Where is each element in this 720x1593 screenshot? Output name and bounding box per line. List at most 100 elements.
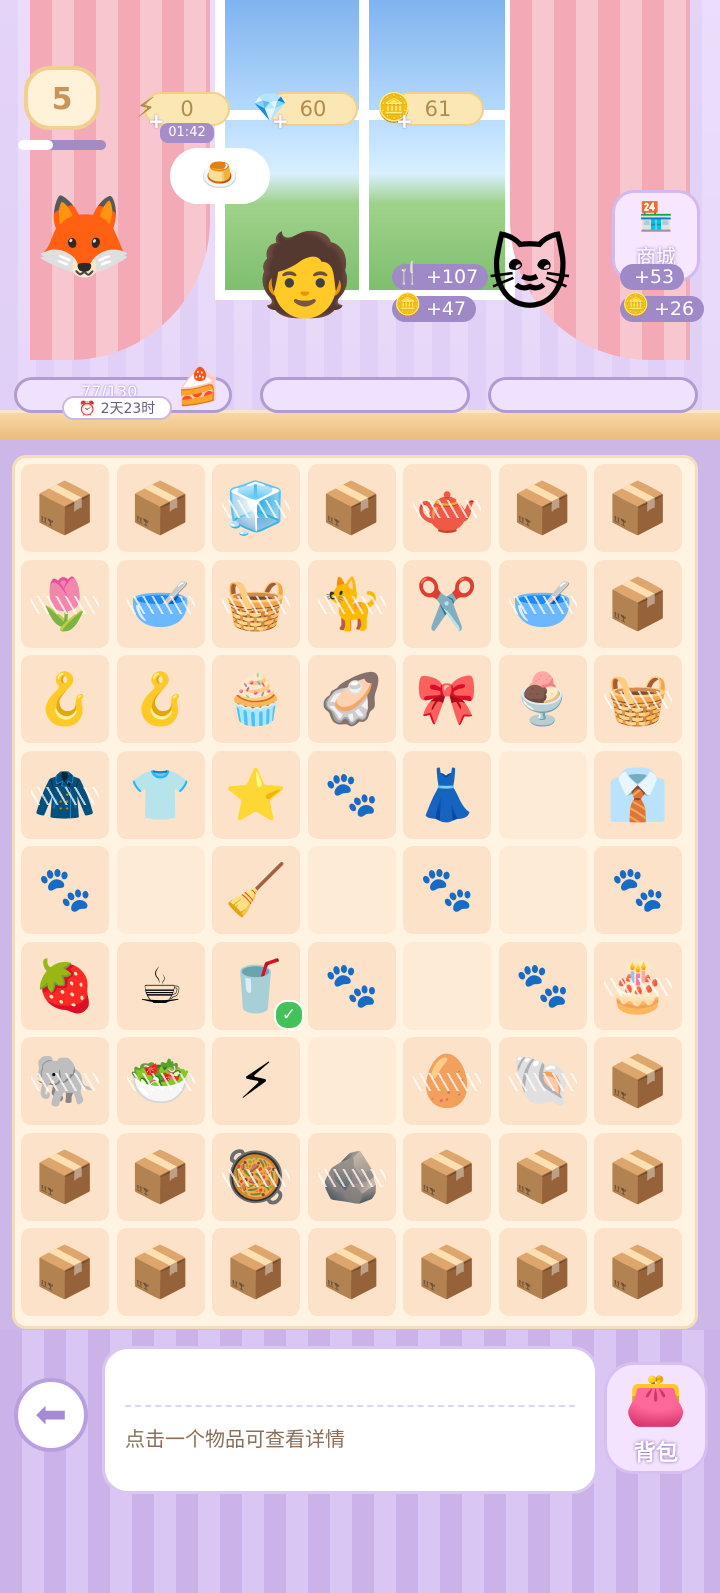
gem-counter[interactable]: 💎 + 60	[253, 91, 358, 133]
order-card-3[interactable]	[488, 377, 698, 413]
plus-icon[interactable]: +	[396, 106, 413, 136]
board-cell[interactable]: 📦	[116, 1132, 205, 1221]
cardboard-box-icon: 📦	[129, 479, 192, 537]
board-cell[interactable]: ⚡	[212, 1037, 300, 1125]
order-deadline: ⏰ 2天23时	[62, 396, 172, 420]
paw-slot-icon: 🐾	[324, 768, 379, 820]
clock-icon: ⏰	[78, 401, 97, 417]
board-cell[interactable]: 🧺	[594, 655, 682, 743]
board-cell[interactable]: ⭐	[212, 750, 300, 839]
board-cell[interactable]: 📦	[116, 1228, 205, 1316]
board-cell[interactable]: 🫖	[403, 464, 491, 552]
board-cell[interactable]: 🦪	[307, 655, 396, 743]
cardboard-box-icon: 📦	[33, 479, 97, 537]
empty-paw-cell: 🐾	[307, 941, 396, 1030]
exp-reward-value: +107	[426, 266, 479, 288]
board-cell[interactable]: 🍓	[21, 941, 109, 1030]
board-cell[interactable]: 🧹	[212, 846, 300, 934]
board-cell[interactable]: 📦	[21, 464, 109, 552]
cardboard-box-icon: 📦	[511, 1243, 574, 1301]
exp-reward-2: 🍴 +107	[392, 261, 489, 290]
board-cell[interactable]: 🌷	[21, 559, 109, 648]
board-cell[interactable]: 🪝	[116, 655, 205, 743]
board-cell[interactable]: 🪨	[307, 1132, 396, 1221]
level-number: 5	[51, 82, 73, 117]
board-cell[interactable]: 📦	[21, 1228, 109, 1316]
board-cell[interactable]: 🐈	[307, 559, 396, 648]
gem-value: 60	[299, 97, 327, 121]
bowl-icon: 🥣	[511, 574, 574, 633]
board-cell[interactable]: 👕	[116, 750, 205, 839]
board-cell[interactable]: 🥘	[212, 1132, 300, 1221]
tulip-icon: 🌷	[33, 574, 97, 633]
board-cell[interactable]: 🥣	[116, 559, 205, 648]
board-cell[interactable]: 🧊	[212, 464, 300, 552]
paw-slot-icon: 🐾	[37, 864, 93, 915]
cardboard-box-icon: 📦	[415, 1243, 479, 1301]
merge-board: 📦 📦 🧊 📦 🫖 📦 📦 🌷 🥣 🧺 🐈 ✂️ 🥣 📦 🪝 🪝 🧁 🦪 🎀 🍨 🧺 🧥 👕 ⭐ 🐾 👗 👔 🐾 🧹 🐾 🐾 🍓 ☕ 🥤 ✓ 🐾 🐾 🎂 🐘…	[12, 455, 698, 1329]
coin-counter[interactable]: 🪙 + 61	[377, 91, 484, 133]
energy-value: 0	[180, 97, 194, 121]
cardboard-box-icon: 📦	[511, 1147, 574, 1206]
empty-cell	[498, 846, 587, 934]
board-cell[interactable]: 👔	[594, 750, 682, 839]
customer-boy[interactable]: 🧑	[255, 228, 355, 322]
board-cell[interactable]: ✂️	[403, 559, 491, 648]
cardboard-box-icon: 📦	[320, 479, 383, 537]
board-cell[interactable]: 🧁	[212, 655, 300, 743]
board-cell[interactable]: 📦	[498, 464, 587, 552]
board-cell[interactable]: 📦	[116, 464, 205, 552]
board-cell[interactable]: 📦	[594, 559, 682, 648]
board-cell[interactable]: 🪝	[21, 655, 109, 743]
board-cell[interactable]: 📦	[594, 1228, 682, 1316]
empty-cell	[498, 750, 587, 839]
backpack-label: 背包	[633, 1441, 678, 1466]
customer-cat-sunglasses[interactable]: 🐱	[488, 228, 571, 321]
board-cell[interactable]: 👗	[403, 750, 491, 839]
deadline-text: 2天23时	[100, 401, 156, 417]
energy-machine-icon: ⚡	[238, 1052, 274, 1110]
board-cell[interactable]: 🐘	[21, 1037, 109, 1125]
board-cell[interactable]: 📦	[594, 464, 682, 552]
board-cell[interactable]: 📦	[498, 1228, 587, 1316]
board-cell[interactable]: 📦	[403, 1228, 491, 1316]
info-hint-text: 点击一个物品可查看详情	[125, 1427, 345, 1451]
board-cell[interactable]: 📦	[307, 464, 396, 552]
board-cell[interactable]: 🥣	[498, 559, 587, 648]
customer-fox-witch[interactable]: 🦊	[34, 190, 134, 284]
plus-icon[interactable]: +	[272, 106, 289, 136]
board-cell[interactable]: 📦	[403, 1132, 491, 1221]
pudding-icon: 🍮	[201, 158, 239, 193]
arrow-left-icon: ⬅	[35, 1392, 67, 1436]
board-cell[interactable]: 🎀	[403, 655, 491, 743]
board-cell[interactable]: 📦	[498, 1132, 587, 1221]
starfish-icon: ⭐	[224, 765, 288, 824]
order-card-2[interactable]	[260, 377, 470, 413]
energy-counter[interactable]: ⚡ + 0	[136, 91, 230, 133]
stone-item-icon: 🪨	[320, 1147, 383, 1206]
back-button[interactable]: ⬅	[14, 1378, 88, 1452]
board-cell[interactable]: 🎂	[594, 941, 682, 1030]
pearl-shell-icon: 🦪	[320, 670, 383, 728]
level-badge[interactable]: 5	[24, 66, 100, 130]
board-cell[interactable]: 🥗	[116, 1037, 205, 1125]
board-cell[interactable]: 📦	[21, 1132, 109, 1221]
board-cell[interactable]: 🥚	[403, 1037, 491, 1125]
cardboard-box-icon: 📦	[606, 1052, 670, 1110]
backpack-button[interactable]: 👛 背包	[604, 1362, 708, 1474]
board-cell[interactable]: 🧥	[21, 750, 109, 839]
board-cell[interactable]: 🍨	[498, 655, 587, 743]
board-cell[interactable]: 📦	[594, 1132, 682, 1221]
board-cell[interactable]: 🧺	[212, 559, 300, 648]
board-cell[interactable]: 📦	[594, 1037, 682, 1125]
board-cell[interactable]: 🥤 ✓	[212, 941, 304, 1030]
level-progress-bar	[18, 140, 106, 150]
board-cell[interactable]: 📦	[212, 1228, 300, 1316]
coin-icon: 🪙	[622, 293, 650, 318]
paw-slot-icon: 🐾	[515, 959, 570, 1011]
board-cell[interactable]: 🐚	[498, 1037, 587, 1125]
board-cell[interactable]: 📦	[307, 1228, 396, 1316]
board-cell[interactable]: ☕	[116, 941, 205, 1030]
purple-pot-icon: 🥘	[224, 1147, 288, 1206]
cardboard-box-icon: 📦	[415, 1147, 479, 1206]
